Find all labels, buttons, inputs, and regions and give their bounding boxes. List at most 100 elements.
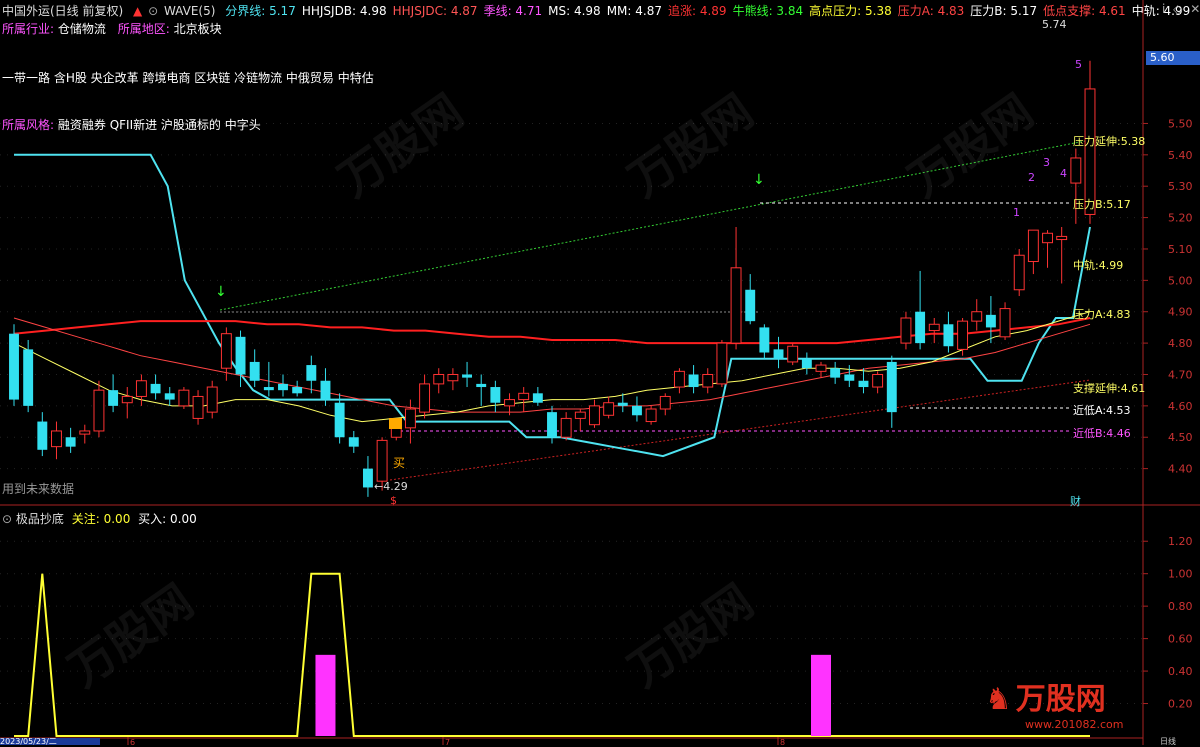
candle-body <box>476 383 487 388</box>
candle-body <box>121 395 133 404</box>
stock-title[interactable]: 中国外运(日线 前复权) <box>2 4 123 18</box>
candle-body <box>815 364 827 372</box>
date-tick-label: 7 <box>445 738 450 745</box>
indicator-values: 分界线: 5.17 HHJSJDB: 4.98 HHJSJDC: 4.87 季线: 4… <box>225 4 1196 18</box>
candle-body <box>206 386 218 413</box>
candle-body <box>263 387 274 391</box>
collapse-icon[interactable]: ◇ <box>1173 2 1182 16</box>
candle-body <box>957 320 969 350</box>
header-controls: i ◇ ✕ <box>1162 2 1200 16</box>
site-logo: ♞ 万股网 www.201082.com <box>985 674 1123 731</box>
sub-tick-label: 0.80 <box>1168 600 1193 613</box>
industry-line: 所属行业: 仓储物流 所属地区: 北京板块 <box>2 20 222 37</box>
candle-body <box>108 390 119 406</box>
up-arrow-icon[interactable]: ▲ <box>133 4 142 18</box>
candle-body <box>518 392 530 401</box>
sub-settings-icon[interactable]: ⊙ <box>2 512 12 526</box>
candle-body <box>872 373 884 388</box>
candle-body <box>617 402 628 406</box>
concept-line: 一带一路 含H股 央企改革 跨境电商 区块链 冷链物流 中俄贸易 中特估 <box>2 71 374 85</box>
series-line <box>13 317 1091 345</box>
indicator-value-9: 压力A: 4.83 <box>897 4 965 18</box>
candle-body <box>65 437 76 447</box>
candle-body <box>659 395 671 410</box>
candle-body <box>462 374 473 378</box>
candle-body <box>900 317 912 344</box>
price-tick-label: 5.30 <box>1168 180 1193 193</box>
indicator-value-1: HHJSJDB: 4.98 <box>301 4 387 18</box>
candle-body <box>673 370 685 388</box>
indicator-header: 中国外运(日线 前复权) ▲ ⊙ WAVE(5) 分界线: 5.17 HHJSJD… <box>2 2 1200 19</box>
future-data-note: 用到未来数据 <box>2 482 75 496</box>
info-icon[interactable]: i <box>1162 2 1165 16</box>
event-mark[interactable]: $ <box>390 494 397 507</box>
date-cursor: 2023/05/23/二 <box>0 738 100 745</box>
candle-body <box>220 333 232 369</box>
finance-mark[interactable]: 财 <box>1070 493 1081 509</box>
candle-body <box>631 405 642 416</box>
period-label[interactable]: 日线 <box>1160 736 1176 747</box>
wave-number-3: 3 <box>1043 156 1050 169</box>
candle-body <box>915 311 926 344</box>
region-label: 所属地区: <box>117 22 170 36</box>
series-line <box>13 317 1091 413</box>
industry-value: 仓储物流 <box>57 22 106 36</box>
buy-signal-label: 买 <box>393 456 406 470</box>
candle-body <box>292 387 303 394</box>
candle-body <box>390 427 402 438</box>
candle-body <box>320 380 331 400</box>
wave-number-4: 4 <box>1060 167 1067 180</box>
price-tick-label: 5.50 <box>1168 117 1193 130</box>
candle-body <box>773 349 784 359</box>
indicator-value-7: 牛熊线: 3.84 <box>732 4 804 18</box>
date-tick-label: 6 <box>130 738 135 745</box>
logo-url: www.201082.com <box>1025 718 1124 731</box>
candle-body <box>433 373 445 385</box>
level-label-0: 压力延伸:5.38 <box>1073 135 1146 148</box>
wave-number-1: 1 <box>1013 206 1020 219</box>
buy-marker <box>389 418 402 429</box>
indicator-value-6: 追涨: 4.89 <box>667 4 727 18</box>
indicator-value-10: 压力B: 5.17 <box>970 4 1038 18</box>
wave-number-5: 5 <box>1075 58 1082 71</box>
candle-body <box>306 365 317 381</box>
candle-body <box>376 439 388 482</box>
focus-value: 0.00 <box>103 512 131 526</box>
indicator-value-8: 高点压力: 5.38 <box>809 4 892 18</box>
price-tick-label: 4.90 <box>1168 306 1193 319</box>
candle-body <box>79 430 91 435</box>
down-arrow-icon: ↓ <box>753 172 765 188</box>
candle-body <box>928 323 940 332</box>
sub-tick-label: 0.60 <box>1168 633 1193 646</box>
candle-body <box>688 374 699 388</box>
level-label-2: 中轨:4.99 <box>1073 259 1124 272</box>
indicator-value-11: 低点支撑: 4.61 <box>1043 4 1126 18</box>
current-price-badge: 5.60 <box>1146 51 1200 65</box>
price-tick-label: 4.60 <box>1168 400 1193 413</box>
candle-body <box>334 402 345 438</box>
candle-body <box>404 408 416 429</box>
candle-body <box>745 289 756 322</box>
settings-icon[interactable]: ⊙ <box>148 4 158 18</box>
candle-body <box>37 421 48 450</box>
indicator-name[interactable]: WAVE(5) <box>164 4 215 18</box>
down-arrow-icon: ↓ <box>215 284 227 300</box>
sub-indicator-name[interactable]: 极品抄底 <box>16 512 64 526</box>
candle-body <box>999 308 1011 338</box>
candle-body <box>532 393 543 403</box>
sub-tick-label: 0.40 <box>1168 665 1193 678</box>
level-label-3: 压力A:4.83 <box>1073 308 1131 321</box>
price-tick-label: 5.10 <box>1168 243 1193 256</box>
sub-tick-label: 1.20 <box>1168 535 1193 548</box>
candle-body <box>490 387 501 403</box>
candle-body <box>419 383 431 413</box>
candle-body <box>447 373 459 382</box>
candle-body <box>943 324 954 347</box>
candle-body <box>9 333 19 400</box>
logo-icon: ♞ <box>985 682 1012 717</box>
candle-body <box>787 345 799 363</box>
close-icon[interactable]: ✕ <box>1190 2 1200 16</box>
candle-body <box>801 358 812 369</box>
buy-in-label: 买入: <box>138 512 167 526</box>
candle-body <box>886 361 897 413</box>
